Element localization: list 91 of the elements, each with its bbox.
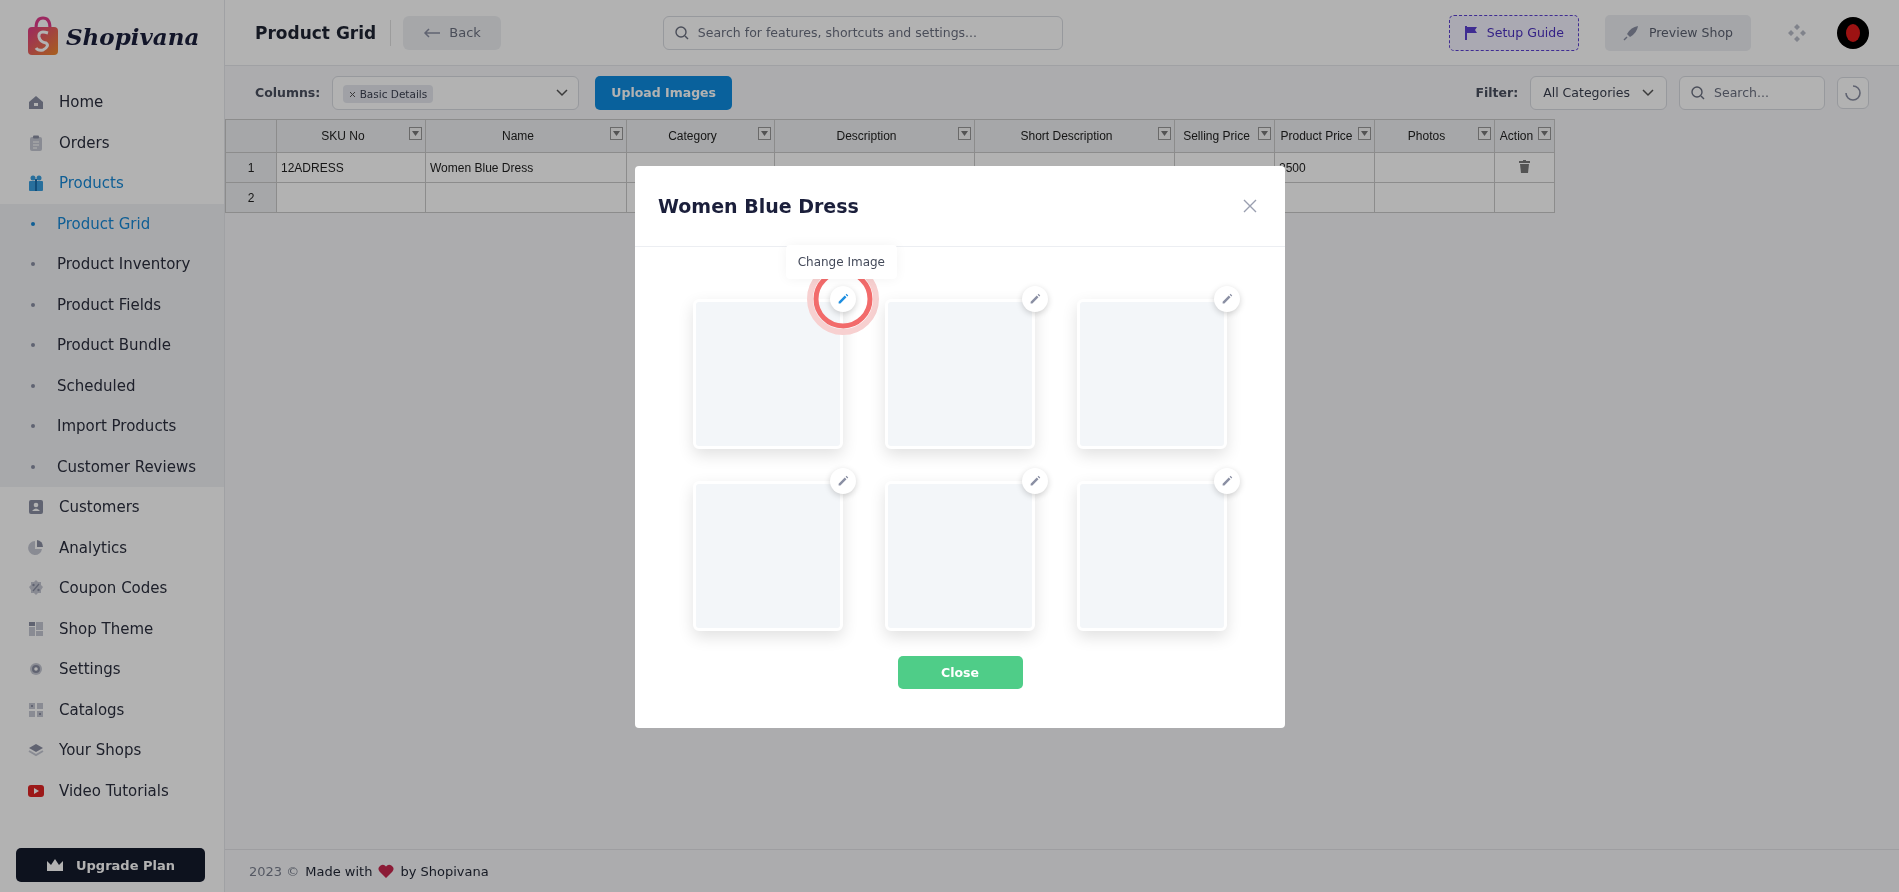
pencil-icon (836, 292, 850, 306)
sidebar-item[interactable]: Coupon Codes (0, 568, 224, 609)
table-cell: Women Blue Dress (425, 152, 627, 183)
row-number: 2 (225, 182, 277, 213)
pencil-icon (1220, 474, 1234, 488)
table-search-field[interactable]: Search... (1679, 75, 1825, 110)
percent-badge-icon (27, 579, 45, 598)
preview-shop-button[interactable]: Preview Shop (1604, 14, 1751, 51)
pencil-icon (1220, 292, 1234, 306)
page-title: Product Grid (255, 19, 392, 46)
column-header[interactable]: Short Description (974, 119, 1175, 153)
edit-button[interactable] (830, 286, 856, 312)
row-number: 1 (225, 152, 277, 183)
submenu-item[interactable]: Product Inventory (0, 244, 224, 285)
chevron-down-icon (556, 88, 569, 97)
filter-label: Filter: (1475, 85, 1519, 100)
grid-icon (27, 700, 45, 719)
filter-icon[interactable] (958, 127, 971, 140)
sidebar-item[interactable]: Settings (0, 649, 224, 690)
filter-icon[interactable] (1478, 127, 1491, 140)
columns-select[interactable]: Basic Details (332, 75, 580, 110)
sidebar-item[interactable]: Home (0, 82, 224, 123)
sidebar-item[interactable]: Your Shops (0, 730, 224, 771)
submenu-item[interactable]: Import Products (0, 406, 224, 447)
back-button[interactable]: Back (403, 15, 501, 50)
footer-text: Made with (305, 863, 373, 879)
search-icon (1690, 84, 1706, 101)
sidebar-item[interactable]: Analytics (0, 527, 224, 568)
gift-icon (27, 174, 45, 193)
edit-button[interactable] (1214, 468, 1240, 494)
pencil-icon (1028, 292, 1042, 306)
edit-button[interactable] (1022, 286, 1048, 312)
person-card-icon (27, 498, 45, 517)
sidebar-item[interactable]: Video Tutorials (0, 770, 224, 811)
copyright-text: 2023 © (249, 863, 300, 879)
sidebar-item[interactable]: Catalogs (0, 689, 224, 730)
search-icon (673, 24, 690, 41)
flag-icon (1463, 24, 1478, 41)
setup-guide-button[interactable]: Setup Guide (1448, 14, 1579, 51)
filter-icon[interactable] (610, 127, 623, 140)
sidebar-item[interactable]: Customers (0, 487, 224, 528)
column-header[interactable]: Product Price (1274, 119, 1375, 153)
apps-icon[interactable] (1787, 22, 1807, 43)
trash-icon[interactable] (1519, 159, 1530, 173)
filter-icon[interactable] (1258, 127, 1271, 140)
refresh-button[interactable] (1837, 76, 1869, 109)
edit-button[interactable] (1214, 286, 1240, 312)
column-header[interactable]: Action (1494, 119, 1555, 153)
avatar[interactable] (1837, 16, 1869, 49)
pencil-icon (1028, 474, 1042, 488)
filter-icon[interactable] (1158, 127, 1171, 140)
pencil-icon (836, 474, 850, 488)
column-tag[interactable]: Basic Details (343, 85, 434, 103)
column-header[interactable]: SKU No (276, 119, 426, 153)
search-field[interactable]: Search for features, shortcuts and settings... (662, 15, 1063, 50)
tooltip: Change Image (785, 245, 897, 279)
filter-icon[interactable] (758, 127, 771, 140)
column-header[interactable]: Description (774, 119, 975, 153)
filter-icon[interactable] (409, 127, 422, 140)
column-header[interactable]: Category (626, 119, 775, 153)
columns-label: Columns: (255, 85, 321, 100)
crown-icon (46, 858, 64, 872)
chevron-down-icon (1642, 88, 1654, 97)
column-header[interactable]: Photos (1374, 119, 1495, 153)
filter-icon[interactable] (1358, 127, 1371, 140)
footer-text: by Shopivana (400, 863, 489, 879)
submenu-item[interactable]: Scheduled (0, 365, 224, 406)
sidebar-item[interactable]: Orders (0, 122, 224, 163)
submenu-item[interactable]: Customer Reviews (0, 446, 224, 487)
category-select[interactable]: All Categories (1530, 75, 1667, 110)
submenu-item[interactable]: Product Bundle (0, 325, 224, 366)
pie-chart-icon (27, 538, 45, 557)
heart-icon (378, 864, 395, 878)
shopping-bag-icon (26, 16, 60, 56)
logo-text: Shopivana (66, 22, 200, 50)
edit-button[interactable] (830, 468, 856, 494)
remove-icon[interactable] (349, 91, 357, 98)
edit-button[interactable] (1022, 468, 1048, 494)
dialog-title: Women Blue Dress (658, 195, 859, 217)
submenu-item[interactable]: Product Fields (0, 284, 224, 325)
column-header[interactable]: Selling Price (1174, 119, 1275, 153)
column-header[interactable]: Name (425, 119, 627, 153)
sidebar-item[interactable]: Shop Theme (0, 608, 224, 649)
home-icon (27, 93, 45, 112)
refresh-icon (1844, 83, 1862, 102)
upgrade-button[interactable]: Upgrade Plan (16, 848, 205, 882)
arrow-left-icon (423, 27, 442, 38)
clipboard-icon (27, 133, 45, 152)
table-cell: 12ADRESS (276, 152, 426, 183)
layout-icon (27, 619, 45, 638)
filter-icon[interactable] (1538, 127, 1551, 140)
